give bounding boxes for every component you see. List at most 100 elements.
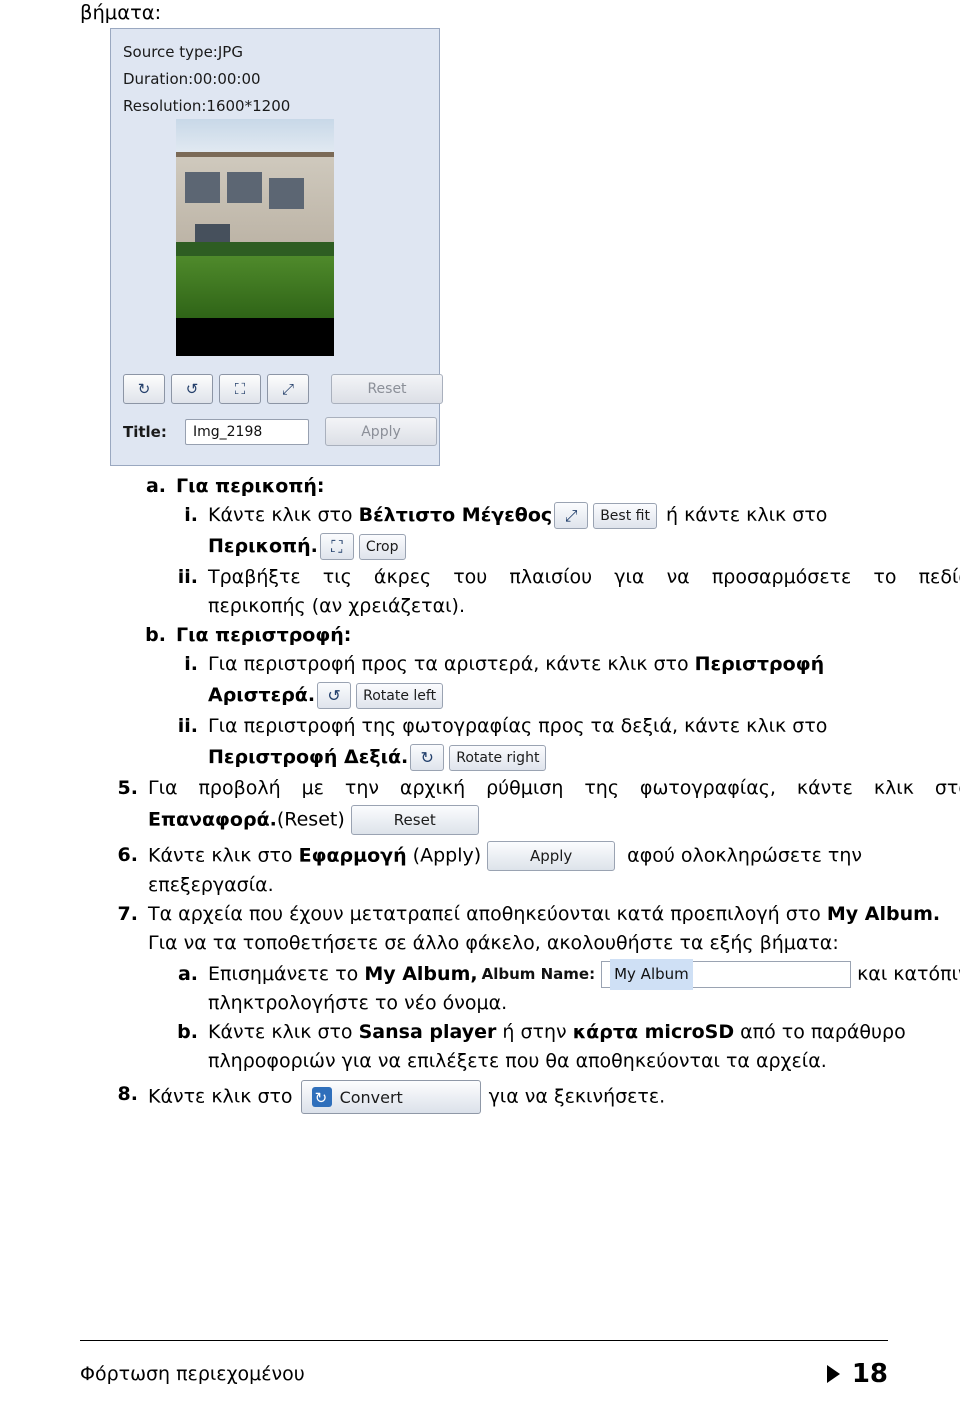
rotate-left-icon-button[interactable]: ↺ <box>317 682 352 709</box>
rotate-left-button[interactable]: Rotate left <box>356 682 444 709</box>
apply-button[interactable]: Apply <box>325 417 437 446</box>
step-7-a: a. Επισημάνετε το My Album, Album Name: My… <box>80 959 960 1018</box>
crop-icon[interactable]: ⛶ <box>219 374 261 404</box>
album-name-value: My Album <box>610 959 693 990</box>
apply-inline-button[interactable]: Apply <box>487 841 616 871</box>
reset-inline-button[interactable]: Reset <box>350 805 479 835</box>
step-7-a-text-2: και κατόπιν <box>857 963 960 985</box>
step-a-i-text-2: ή κάντε κλικ στο <box>666 504 828 526</box>
step-7-text-2: Για να τα τοποθετήσετε σε άλλο φάκελο, α… <box>148 932 839 954</box>
step-7: 7. Τα αρχεία που έχουν μετατραπεί αποθηκ… <box>80 900 960 958</box>
step-8-marker: 8. <box>117 1083 138 1105</box>
step-a-marker: a. <box>145 475 166 497</box>
best-fit-icon[interactable]: ⤢ <box>267 374 309 404</box>
footer-divider <box>80 1340 888 1341</box>
step-b-ii: ii. Για περιστροφή της φωτογραφίας προς … <box>80 712 960 772</box>
step-b-i-text-1: Για περιστροφή προς τα αριστερά, κάντε κ… <box>208 653 695 675</box>
step-7-text-1: Τα αρχεία που έχουν μετατραπεί αποθηκεύο… <box>148 903 827 925</box>
step-b: b. Για περιστροφή: <box>80 621 960 650</box>
step-a-i-text-1: Κάντε κλικ στο <box>208 504 359 526</box>
document-page: βήματα: Source type:JPG Duration:00:00:0… <box>0 0 960 1415</box>
convert-icon <box>311 1084 332 1113</box>
rotate-right-button[interactable]: Rotate right <box>449 744 547 771</box>
step-7-a-marker: a. <box>177 963 198 985</box>
step-6-paren: (Apply) <box>412 844 482 867</box>
step-5-text-1: Για προβολή με την αρχική ρύθμιση της φω… <box>148 777 960 799</box>
album-name-input[interactable]: My Album <box>601 959 852 990</box>
best-fit-button[interactable]: Best fit <box>593 502 657 529</box>
step-b-i-marker: i. <box>184 653 198 675</box>
step-a-label: Για περικοπή: <box>176 475 325 497</box>
step-5-bold-1: Επαναφορά. <box>148 808 277 831</box>
step-a-ii: ii. Τραβήξτε τις άκρες του πλαισίου για … <box>80 563 960 621</box>
step-6-bold-1: Εφαρμογή <box>298 844 407 867</box>
footer-page: 18 <box>826 1359 888 1389</box>
step-5-paren: (Reset) <box>276 808 345 831</box>
crop-icon-button[interactable]: ⛶ <box>319 533 354 560</box>
editor-toolbar: ↻ ↺ ⛶ ⤢ Reset <box>123 374 443 404</box>
resolution-line: Resolution:1600*1200 <box>123 97 291 115</box>
step-7-bold-1: My Album. <box>826 903 941 925</box>
step-b-marker: b. <box>145 624 166 646</box>
crop-button[interactable]: Crop <box>358 533 406 560</box>
duration-line: Duration:00:00:00 <box>123 70 261 88</box>
step-a-i-bold-1: Βέλτιστο Μέγεθος <box>358 504 553 526</box>
step-a-ii-line-2: περικοπής (αν χρειάζεται). <box>208 595 465 617</box>
top-text-fragment: βήματα: <box>80 1 162 24</box>
convert-label: Convert <box>339 1087 403 1107</box>
footer-title: Φόρτωση περιεχομένου <box>80 1363 305 1385</box>
step-a-ii-marker: ii. <box>177 566 198 588</box>
album-name-label: Album Name: <box>481 965 596 983</box>
step-7-marker: 7. <box>117 903 138 925</box>
step-b-label: Για περιστροφή: <box>176 624 352 646</box>
convert-button[interactable]: Convert <box>300 1080 481 1114</box>
preview-foreground <box>176 318 334 356</box>
page-footer: Φόρτωση περιεχομένου 18 <box>80 1359 888 1389</box>
step-7-a-bold-1: My Album, <box>364 963 478 985</box>
instructions: a. Για περικοπή: i. Κάντε κλικ στο Βέλτι… <box>80 472 960 1114</box>
step-b-i: i. Για περιστροφή προς τα αριστερά, κάντ… <box>80 650 960 710</box>
step-a: a. Για περικοπή: <box>80 472 960 501</box>
step-5: 5. Για προβολή με την αρχική ρύθμιση της… <box>80 774 960 835</box>
title-label: Title: <box>123 422 167 441</box>
step-7-b: b. Κάντε κλικ στο Sansa player ή στην κά… <box>80 1018 960 1076</box>
step-7-b-bold-2: κάρτα microSD <box>572 1021 735 1043</box>
step-7-b-text-2: ή στην <box>496 1021 573 1043</box>
source-type-line: Source type:JPG <box>123 43 243 61</box>
page-number: 18 <box>851 1359 888 1389</box>
reset-button[interactable]: Reset <box>331 374 443 404</box>
step-b-ii-text-1: Για περιστροφή της φωτογραφίας προς τα δ… <box>208 715 828 737</box>
photo-preview <box>176 119 334 356</box>
step-7-a-text-1: Επισημάνετε το <box>208 963 365 985</box>
step-7-b-text-4: πληροφοριών για να επιλέξετε που θα αποθ… <box>208 1050 827 1072</box>
step-6: 6. Κάντε κλικ στο Εφαρμογή (Apply) Apply … <box>80 841 960 900</box>
step-8-text-1: Κάντε κλικ στο <box>148 1085 293 1108</box>
step-b-i-bold-2: Αριστερά. <box>208 684 316 706</box>
rotate-right-icon-button[interactable]: ↻ <box>410 744 445 771</box>
step-b-ii-bold-1: Περιστροφή Δεξιά. <box>208 746 409 768</box>
rotate-left-icon[interactable]: ↺ <box>171 374 213 404</box>
step-b-ii-marker: ii. <box>177 715 198 737</box>
step-b-i-bold-1: Περιστροφή <box>694 653 825 675</box>
app-screenshot-panel: Source type:JPG Duration:00:00:00 Resolu… <box>110 28 443 466</box>
step-7-b-text-3: από το παράθυρο <box>734 1021 906 1043</box>
preview-grass <box>176 256 334 319</box>
step-6-text-2: αφού ολοκληρώσετε την <box>627 844 862 867</box>
step-a-ii-line-1: Τραβήξτε τις άκρες του πλαισίου για να π… <box>208 566 960 588</box>
title-input[interactable]: Img_2198 <box>185 418 309 445</box>
best-fit-icon-button[interactable]: ⤢ <box>554 502 589 529</box>
step-a-i-marker: i. <box>184 504 198 526</box>
step-8-text-2: για να ξεκινήσετε. <box>488 1085 666 1108</box>
rotate-right-icon[interactable]: ↻ <box>123 374 165 404</box>
step-8: 8. Κάντε κλικ στο Convert για να ξεκινήσετ… <box>80 1080 960 1114</box>
step-7-b-marker: b. <box>177 1021 198 1043</box>
step-a-i: i. Κάντε κλικ στο Βέλτιστο Μέγεθος ⤢ Best … <box>80 501 960 561</box>
step-5-marker: 5. <box>117 777 138 799</box>
step-6-marker: 6. <box>117 844 138 866</box>
step-7-b-text-1: Κάντε κλικ στο <box>208 1021 359 1043</box>
title-row: Title: Img_2198 Apply <box>123 417 437 446</box>
step-7-a-text-3: πληκτρολογήστε το νέο όνομα. <box>208 992 508 1014</box>
triangle-icon <box>826 1365 840 1383</box>
step-6-text-1: Κάντε κλικ στο <box>148 844 299 867</box>
step-a-i-bold-2: Περικοπή. <box>208 535 318 557</box>
